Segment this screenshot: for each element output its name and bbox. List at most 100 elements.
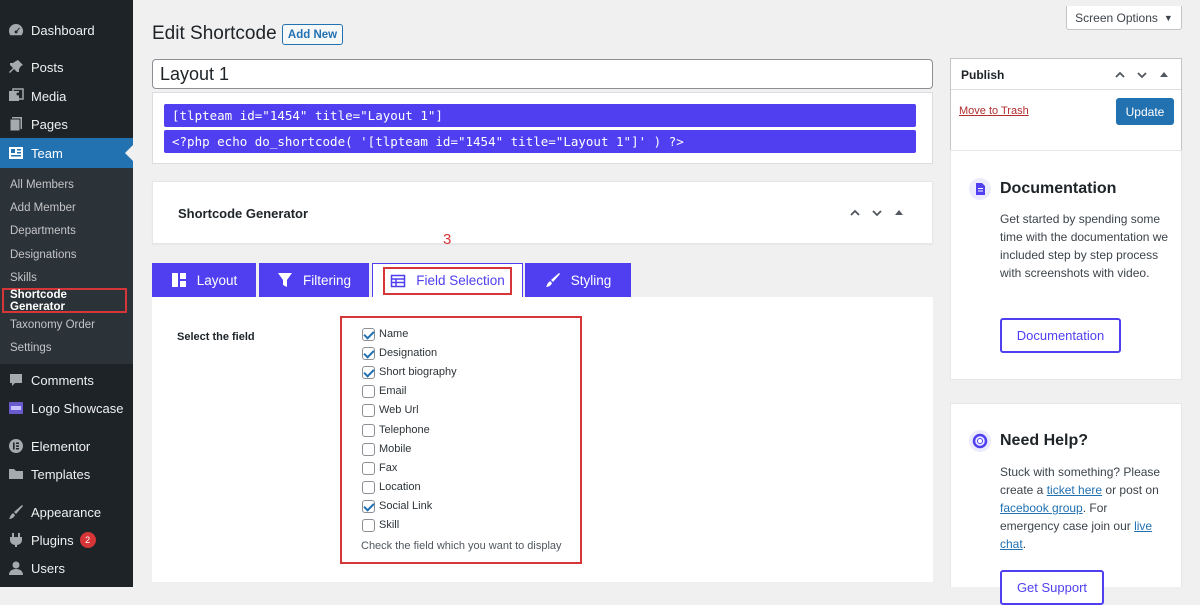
chevron-up-icon[interactable] [849,207,861,219]
sidebar-item-pages[interactable]: Pages [0,109,133,139]
submenu-settings[interactable]: Settings [0,336,133,359]
tab-field-selection[interactable]: Field Selection [372,263,523,297]
checkbox[interactable] [362,384,375,398]
sidebar-item-logo-showcase[interactable]: Logo Showcase [0,393,133,423]
field-label-text: Fax [379,462,398,474]
submenu-all-members[interactable]: All Members [0,173,133,196]
sidebar-item-label: Users [31,560,65,576]
field-checkbox-mobile[interactable]: Mobile [362,441,411,457]
sidebar-item-label: Dashboard [31,22,95,38]
sidebar-item-team[interactable]: Team [0,138,133,168]
checkbox[interactable] [362,327,375,341]
checkbox[interactable] [362,461,375,475]
sidebar-item-dashboard[interactable]: Dashboard [0,15,133,45]
field-checkbox-web-url[interactable]: Web Url [362,402,419,418]
ticket-link[interactable]: ticket here [1047,483,1102,497]
page-icon [8,116,24,132]
field-checkbox-fax[interactable]: Fax [362,460,397,476]
need-help-heading: Need Help? [969,430,1088,452]
checkbox[interactable] [362,403,375,417]
toggle-panel-icon[interactable] [893,207,905,219]
sidebar-item-posts[interactable]: Posts [0,52,133,82]
field-label-text: Name [379,328,409,340]
documentation-text: Get started by spending some time with t… [1000,212,1169,280]
submenu-add-member[interactable]: Add Member [0,196,133,219]
field-checkbox-designation[interactable]: Designation [362,345,437,361]
tab-label: Filtering [302,272,351,288]
tab-layout[interactable]: Layout [152,263,256,297]
sidebar-item-media[interactable]: Media [0,81,133,111]
publish-header: Publish [951,59,1181,90]
sidebar-item-users[interactable]: Users [0,553,133,583]
submenu-departments[interactable]: Departments [0,219,133,242]
screen-options-button[interactable]: Screen Options ▼ [1066,6,1182,30]
toggle-panel-icon[interactable] [1158,69,1170,81]
documentation-title: Documentation [1000,180,1117,197]
team-icon [8,145,24,161]
publish-controls [1114,69,1170,81]
field-label-text: Skill [379,519,400,531]
field-checkbox-telephone[interactable]: Telephone [362,422,430,438]
field-checkbox-email[interactable]: Email [362,383,407,399]
sidebar-item-comments[interactable]: Comments [0,365,133,395]
move-to-trash-link[interactable]: Move to Trash [959,105,1029,117]
chevron-up-icon[interactable] [1114,69,1126,81]
page-title: Edit Shortcode [152,23,277,44]
update-button[interactable]: Update [1116,98,1174,125]
facebook-group-link[interactable]: facebook group [1000,501,1083,515]
shortcode-generator-header: Shortcode Generator [152,181,933,244]
chevron-down-icon[interactable] [1136,69,1148,81]
field-checkbox-skill[interactable]: Skill [362,517,399,533]
submenu-designations[interactable]: Designations [0,243,133,266]
checkbox[interactable] [362,365,375,379]
documentation-heading: Documentation [969,178,1116,200]
tab-styling[interactable]: Styling [525,263,631,297]
logo-showcase-icon [8,400,24,416]
need-help-title: Need Help? [1000,432,1089,449]
sidebar-item-elementor[interactable]: Elementor [0,431,133,461]
elementor-icon [8,438,24,454]
chevron-down-icon[interactable] [871,207,883,219]
document-icon [969,178,991,200]
add-new-button[interactable]: Add New [282,24,343,45]
field-checkbox-list: Name Designation Short biography Email W… [340,316,582,564]
screen-options-label: Screen Options [1075,10,1158,25]
shortcode-line[interactable]: [tlpteam id="1454" title="Layout 1"] [164,104,916,127]
field-checkbox-location[interactable]: Location [362,479,421,495]
sidebar-item-label: Media [31,88,67,104]
php-shortcode-line[interactable]: <?php echo do_shortcode( '[tlpteam id="1… [164,130,916,153]
help-text-part: or post on [1102,483,1159,497]
sidebar-item-label: Logo Showcase [31,400,124,416]
field-label-text: Designation [379,347,438,359]
field-label-text: Mobile [379,443,412,455]
submenu-skills[interactable]: Skills [0,266,133,289]
pin-icon [8,59,24,75]
sidebar-item-label: Posts [31,59,64,75]
checkbox[interactable] [362,346,375,360]
sidebar-item-templates[interactable]: Templates [0,459,133,489]
sidebar-item-plugins[interactable]: Plugins 2 [0,525,133,555]
checkbox[interactable] [362,480,375,494]
checkbox[interactable] [362,518,375,532]
checkbox[interactable] [362,442,375,456]
checkbox[interactable] [362,499,375,513]
support-icon [969,430,991,452]
field-checkbox-short-biography[interactable]: Short biography [362,364,457,380]
get-support-button[interactable]: Get Support [1000,570,1104,605]
tab-filtering[interactable]: Filtering [259,263,369,297]
sidebar-item-appearance[interactable]: Appearance [0,497,133,527]
submenu-shortcode-generator[interactable]: Shortcode Generator [2,288,127,313]
checkbox[interactable] [362,423,375,437]
layout-icon [171,272,187,288]
field-checkbox-name[interactable]: Name [362,326,408,342]
field-checkbox-social-link[interactable]: Social Link [362,498,432,514]
need-help-card: Need Help? Stuck with something? Please … [950,403,1182,605]
field-label-text: Location [379,481,421,493]
need-help-text: Stuck with something? Please create a ti… [1000,463,1170,553]
panel-controls [849,207,905,219]
documentation-button[interactable]: Documentation [1000,318,1121,353]
title-input[interactable]: Layout 1 [152,59,933,89]
documentation-card: Documentation Get started by spending so… [950,150,1182,380]
field-selection-panel: Select the field Name Designation Short … [152,297,933,582]
submenu-taxonomy-order[interactable]: Taxonomy Order [0,313,133,336]
